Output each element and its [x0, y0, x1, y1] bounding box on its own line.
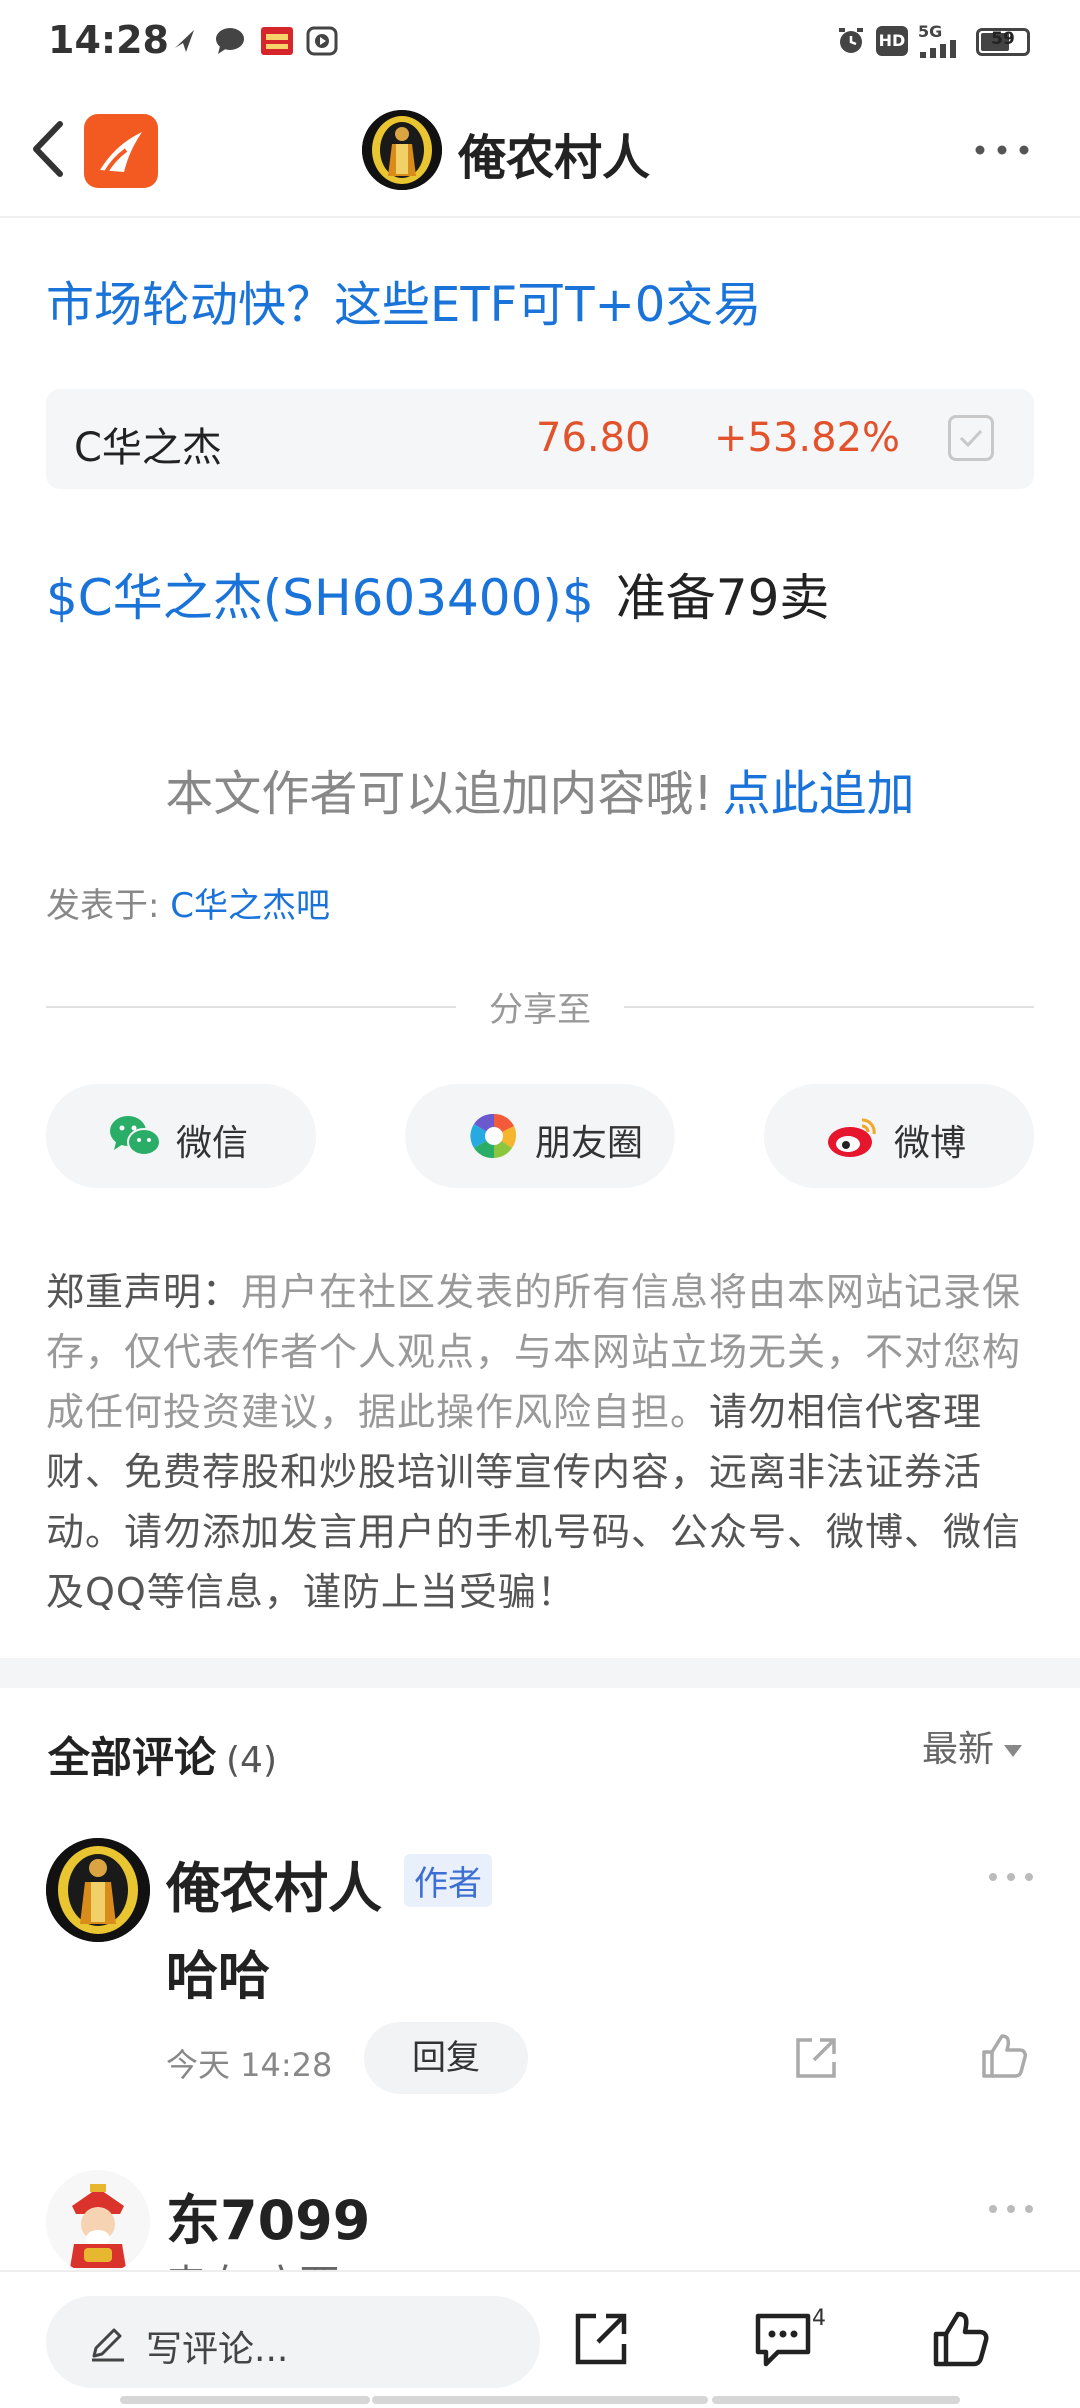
- status-time: 14:28: [48, 18, 169, 62]
- gesture-bar-segment: [120, 2396, 370, 2404]
- reply-button[interactable]: 回复: [364, 2022, 528, 2094]
- stock-name: C华之杰: [74, 425, 222, 471]
- append-text: 本文作者可以追加内容哦!: [165, 766, 713, 822]
- author-avatar[interactable]: [362, 110, 442, 190]
- wechat-icon: [110, 1116, 161, 1156]
- comment-author-name[interactable]: 俺农村人: [166, 1844, 382, 1923]
- app-logo-icon: [100, 132, 142, 174]
- share-wechat-button[interactable]: 微信: [46, 1084, 316, 1188]
- weibo-icon: [828, 1118, 876, 1157]
- gesture-bar-segment: [712, 2396, 960, 2404]
- buddha-avatar-icon: [362, 110, 442, 190]
- nav-title: 俺农村人: [458, 130, 651, 186]
- top-nav: 俺农村人: [0, 80, 1080, 218]
- comment-author-name[interactable]: 东7099: [166, 2176, 370, 2255]
- cartoon-avatar-icon: [46, 2170, 150, 2274]
- like-icon[interactable]: [978, 2030, 1030, 2082]
- stock-change: +53.82%: [714, 415, 901, 461]
- bottom-action-bar: 写评论... 4: [0, 2270, 1080, 2408]
- comment-count-badge: 4: [812, 2306, 826, 2331]
- share-moments-label: 朋友圈: [535, 1123, 644, 1164]
- sort-dropdown[interactable]: 最新: [922, 1720, 1023, 1772]
- append-prompt: 本文作者可以追加内容哦! 点此追加: [0, 754, 1080, 824]
- append-link[interactable]: 点此追加: [723, 766, 915, 822]
- chat-bubble-icon: [216, 28, 244, 54]
- stock-quote-card[interactable]: C华之杰 76.80 +53.82%: [46, 389, 1034, 489]
- watchlist-checkbox[interactable]: [948, 415, 994, 461]
- buddha-avatar-icon: [46, 1838, 150, 1942]
- app-logo[interactable]: [84, 114, 158, 188]
- alarm-icon: [839, 28, 863, 53]
- media-play-icon: [306, 26, 338, 56]
- comments-title: 全部评论: [48, 1733, 217, 1782]
- share-divider-right: [624, 1006, 1034, 1008]
- battery-icon: 59: [976, 28, 1030, 56]
- stock-bar-link[interactable]: C华之杰吧: [170, 886, 330, 926]
- send-icon: [175, 30, 194, 52]
- gesture-bar-segment: [372, 2396, 708, 2404]
- comment-icon[interactable]: [752, 2308, 814, 2370]
- signal-icon: [920, 40, 956, 58]
- posted-in-prefix: 发表于:: [46, 886, 171, 926]
- promo-link[interactable]: 市场轮动快？这些ETF可T+0交易: [46, 265, 761, 335]
- check-icon: [959, 429, 983, 448]
- comments-header: 全部评论 (4): [48, 1724, 277, 1785]
- comment-input[interactable]: 写评论...: [46, 2296, 540, 2388]
- back-icon[interactable]: [22, 116, 78, 182]
- comment-avatar[interactable]: [46, 1838, 150, 1942]
- post-text: 准备79卖: [615, 569, 830, 627]
- more-options-icon[interactable]: [972, 140, 1032, 160]
- section-divider: [0, 1658, 1080, 1688]
- comment-more-icon[interactable]: [986, 2202, 1036, 2216]
- share-icon[interactable]: [790, 2032, 842, 2084]
- stock-tag-link[interactable]: $C华之杰(SH603400)$: [46, 569, 594, 627]
- post-body: $C华之杰(SH603400)$ 准备79卖: [46, 558, 829, 630]
- comments-count: (4): [226, 1740, 278, 1781]
- share-weibo-label: 微博: [894, 1123, 967, 1164]
- comment-more-icon[interactable]: [986, 1870, 1036, 1884]
- posted-in: 发表于: C华之杰吧: [46, 878, 330, 927]
- hd-icon: HD: [876, 26, 908, 56]
- like-icon[interactable]: [930, 2308, 992, 2370]
- app-notification-icon: [261, 27, 293, 55]
- share-weibo-button[interactable]: 微博: [764, 1084, 1034, 1188]
- moments-icon: [470, 1113, 517, 1159]
- caret-down-icon: [1004, 1745, 1023, 1757]
- disclaimer: 郑重声明：用户在社区发表的所有信息将由本网站记录保存，仅代表作者个人观点，与本网…: [46, 1262, 1036, 1622]
- share-moments-button[interactable]: 朋友圈: [405, 1084, 675, 1188]
- network-label: 5G: [918, 22, 943, 41]
- share-wechat-label: 微信: [176, 1123, 249, 1164]
- comment-content: 哈哈: [166, 1947, 271, 2007]
- pencil-icon: [92, 2328, 124, 2362]
- comment-time: 今天 14:28: [166, 2046, 333, 2084]
- disclaimer-label: 郑重声明：: [46, 1270, 242, 1314]
- sort-label: 最新: [922, 1729, 995, 1770]
- stock-price: 76.80: [536, 415, 651, 461]
- battery-level: 59: [991, 29, 1015, 49]
- share-icon[interactable]: [570, 2308, 632, 2370]
- author-badge: 作者: [404, 1854, 492, 1907]
- comment-avatar[interactable]: [46, 2170, 150, 2274]
- comment-placeholder: 写评论...: [146, 2329, 289, 2370]
- status-bar: 14:28 HD 5G 59: [0, 0, 1080, 80]
